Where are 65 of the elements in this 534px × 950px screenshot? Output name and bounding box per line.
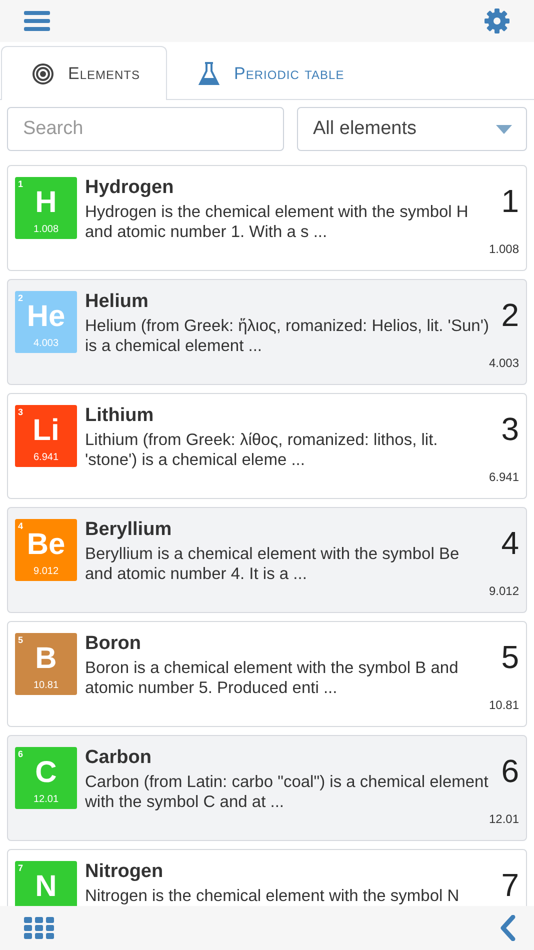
element-card[interactable]: 7 N Nitrogen Nitrogen is the chemical element with the symbol N 7: [7, 849, 527, 906]
tile-number: 4: [18, 521, 24, 531]
element-name: Boron: [85, 633, 142, 655]
tile-number: 6: [18, 749, 24, 759]
element-name: Beryllium: [85, 519, 173, 541]
caret-icon: [496, 124, 512, 134]
settings-icon[interactable]: [484, 8, 510, 34]
atomic-weight: 9.012: [488, 584, 519, 598]
element-card[interactable]: 3 Li 6.941 Lithium Lithium (from Greek: λίθος, romanized: lithos, lit. 'stone') is a chemical eleme ... 3 6.941: [7, 393, 527, 499]
element-symbol: B: [35, 643, 57, 675]
tile-number: 1: [18, 179, 24, 189]
element-name: Nitrogen: [85, 861, 164, 883]
atomic-weight: 6.941: [488, 470, 519, 484]
atomic-weight: 12.01: [488, 812, 519, 826]
atomic-weight: 4.003: [488, 356, 519, 370]
atomic-weight: 1.008: [488, 242, 519, 256]
element-card[interactable]: 6 C 12.01 Carbon Carbon (from Latin: carbo "coal") is a chemical element with the symbol C and at ... 6 12.01: [7, 735, 527, 841]
target-icon: [32, 62, 54, 84]
atomic-number: 2: [501, 297, 519, 334]
element-symbol: N: [35, 871, 57, 903]
element-card[interactable]: 4 Be 9.012 Beryllium Beryllium is a chemical element with the symbol Be and atomic number 4. It is a ... 4 9.012: [7, 507, 527, 613]
tile-number: 2: [18, 293, 24, 303]
element-symbol: H: [35, 187, 57, 219]
element-name: Helium: [85, 291, 150, 313]
element-description: Lithium (from Greek: λίθος, romanized: lithos, lit. 'stone') is a chemical eleme ...: [85, 430, 439, 470]
element-card[interactable]: 2 He 4.003 Helium Helium (from Greek: ἥλιος, romanized: Helios, lit. 'Sun') is a chemical element ... 2 4.003: [7, 279, 527, 385]
atomic-number: 7: [501, 867, 519, 904]
menu-icon[interactable]: [24, 11, 50, 31]
element-symbol: C: [35, 757, 57, 789]
element-symbol: He: [26, 301, 66, 333]
atomic-number: 5: [501, 639, 519, 676]
atomic-number: 3: [501, 411, 519, 448]
tab[interactable]: Periodic table: [167, 46, 372, 100]
grid-icon[interactable]: [24, 917, 54, 939]
tile-weight: 12.01: [33, 794, 59, 805]
tile-weight: 4.003: [33, 338, 59, 349]
atomic-number: 6: [501, 753, 519, 790]
tile-number: 3: [18, 407, 24, 417]
element-symbol: Li: [32, 415, 60, 447]
tile-number: 5: [18, 635, 24, 645]
element-description: Helium (from Greek: ἥλιος, romanized: Helios, lit. 'Sun') is a chemical element ...: [85, 316, 489, 356]
tile-weight: 9.012: [33, 566, 59, 577]
element-symbol: Be: [26, 529, 66, 561]
element-card[interactable]: 1 H 1.008 Hydrogen Hydrogen is the chemical element with the symbol H and atomic number 1. With a s ... 1 1.008: [7, 165, 527, 271]
atomic-weight: 10.81: [488, 698, 519, 712]
element-description: Hydrogen is the chemical element with the symbol H and atomic number 1. With a s ...: [85, 202, 470, 242]
element-description: Carbon (from Latin: carbo "coal") is a chemical element with the symbol C and at ...: [85, 772, 489, 812]
tile-weight: 6.941: [33, 452, 59, 463]
tile-weight: 1.008: [33, 224, 59, 235]
tab[interactable]: Elements: [1, 46, 168, 100]
search-field[interactable]: Search: [7, 107, 284, 151]
tile-weight: 10.81: [33, 680, 59, 691]
element-description: Boron is a chemical element with the symbol B and atomic number 5. Produced enti ...: [85, 658, 460, 698]
back-icon[interactable]: [500, 915, 516, 941]
flask-icon: [198, 62, 220, 86]
element-card[interactable]: 5 B 10.81 Boron Boron is a chemical element with the symbol B and atomic number 5. Produced enti ... 5 10.81: [7, 621, 527, 727]
element-description: Beryllium is a chemical element with the symbol Be and atomic number 4. It is a ...: [85, 544, 460, 584]
element-name: Hydrogen: [85, 177, 175, 199]
element-description: Nitrogen is the chemical element with the symbol N: [85, 886, 460, 906]
element-name: Lithium: [85, 405, 155, 427]
atomic-number: 4: [501, 525, 519, 562]
element-name: Carbon: [85, 747, 152, 769]
filter-dropdown[interactable]: All elements: [297, 107, 527, 151]
tile-number: 7: [18, 863, 24, 873]
atomic-number: 1: [501, 183, 519, 220]
